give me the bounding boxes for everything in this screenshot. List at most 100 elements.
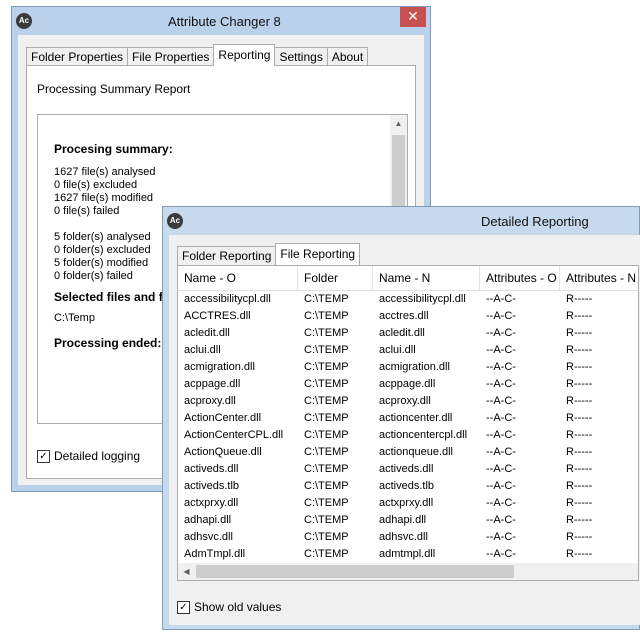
table-cell-folder: C:\TEMP bbox=[304, 344, 349, 356]
column-header-attributes-n[interactable]: Attributes - N bbox=[560, 266, 638, 290]
table-cell-name-o: acmigration.dll bbox=[184, 361, 255, 373]
table-cell-attributes-o: --A-C- bbox=[486, 310, 516, 322]
table-cell-folder: C:\TEMP bbox=[304, 412, 349, 424]
table-cell-folder: C:\TEMP bbox=[304, 497, 349, 509]
table-cell-attributes-o: --A-C- bbox=[486, 293, 516, 305]
table-cell-folder: C:\TEMP bbox=[304, 429, 349, 441]
checkmark-icon: ✓ bbox=[179, 602, 188, 613]
table-cell-name-o: acppage.dll bbox=[184, 378, 241, 390]
table-cell-folder: C:\TEMP bbox=[304, 446, 349, 458]
tab-file-reporting[interactable]: File Reporting bbox=[275, 243, 361, 265]
table-cell-folder: C:\TEMP bbox=[304, 463, 349, 475]
main-window-title: Attribute Changer 8 bbox=[168, 14, 281, 29]
horizontal-scroll-thumb[interactable] bbox=[196, 565, 514, 578]
table-cell-folder: C:\TEMP bbox=[304, 514, 349, 526]
table-cell-attributes-n: R----- bbox=[566, 548, 593, 560]
table-row[interactable]: acproxy.dll C:\TEMP acproxy.dll --A-C- R----… bbox=[178, 393, 638, 410]
table-row[interactable]: acppage.dll C:\TEMP acppage.dll --A-C- R----… bbox=[178, 376, 638, 393]
tab-reporting[interactable]: Reporting bbox=[213, 44, 276, 66]
table-cell-folder: C:\TEMP bbox=[304, 531, 349, 543]
table-cell-name-o: accessibilitycpl.dll bbox=[184, 293, 271, 305]
report-line: 0 folder(s) failed bbox=[54, 270, 133, 282]
tab-settings[interactable]: Settings bbox=[274, 47, 328, 66]
table-cell-attributes-o: --A-C- bbox=[486, 480, 516, 492]
table-cell-name-o: ActionCenterCPL.dll bbox=[184, 429, 284, 441]
table-row[interactable]: activeds.dll C:\TEMP activeds.dll --A-C- R--… bbox=[178, 461, 638, 478]
table-cell-name-o: activeds.dll bbox=[184, 463, 239, 475]
table-cell-name-o: adhsvc.dll bbox=[184, 531, 233, 543]
table-cell-name-n: acctres.dll bbox=[379, 310, 429, 322]
scroll-up-icon[interactable]: ▲ bbox=[390, 115, 407, 132]
table-cell-attributes-n: R----- bbox=[566, 378, 593, 390]
table-row[interactable]: ACCTRES.dll C:\TEMP acctres.dll --A-C- R----… bbox=[178, 308, 638, 325]
table-row[interactable]: ActionCenter.dll C:\TEMP actioncenter.dll -… bbox=[178, 410, 638, 427]
table-cell-name-o: ActionCenter.dll bbox=[184, 412, 262, 424]
file-report-grid[interactable]: Name - O Folder Name - N Attributes - O Attr… bbox=[177, 265, 639, 581]
table-cell-name-o: AdmTmpl.dll bbox=[184, 548, 246, 560]
table-cell-name-n: acppage.dll bbox=[379, 378, 436, 390]
table-row[interactable]: acledit.dll C:\TEMP acledit.dll --A-C- R----… bbox=[178, 325, 638, 342]
table-row[interactable]: ActionQueue.dll C:\TEMP actionqueue.dll --A… bbox=[178, 444, 638, 461]
table-cell-name-n: activeds.dll bbox=[379, 463, 434, 475]
table-row[interactable]: actxprxy.dll C:\TEMP actxprxy.dll --A-C- R--… bbox=[178, 495, 638, 512]
table-row[interactable]: aclui.dll C:\TEMP aclui.dll --A-C- R----- bbox=[178, 342, 638, 359]
table-cell-attributes-n: R----- bbox=[566, 327, 593, 339]
show-old-values-label[interactable]: Show old values bbox=[194, 600, 281, 614]
table-cell-attributes-o: --A-C- bbox=[486, 463, 516, 475]
report-line: 5 folder(s) analysed bbox=[54, 231, 151, 243]
table-row[interactable]: ActionCenterCPL.dll C:\TEMP actioncentercp… bbox=[178, 427, 638, 444]
tab-folder-reporting[interactable]: Folder Reporting bbox=[177, 246, 277, 265]
report-line: C:\Temp bbox=[54, 312, 95, 324]
column-header-attributes-o[interactable]: Attributes - O bbox=[480, 266, 560, 290]
scroll-left-icon[interactable]: ◀ bbox=[178, 563, 195, 580]
table-row[interactable]: activeds.tlb C:\TEMP activeds.tlb --A-C- R--… bbox=[178, 478, 638, 495]
table-cell-attributes-o: --A-C- bbox=[486, 514, 516, 526]
table-cell-attributes-o: --A-C- bbox=[486, 361, 516, 373]
table-cell-name-n: activeds.tlb bbox=[379, 480, 435, 492]
table-cell-attributes-n: R----- bbox=[566, 412, 593, 424]
table-row[interactable]: accessibilitycpl.dll C:\TEMP accessibility… bbox=[178, 291, 638, 308]
report-line: 0 folder(s) excluded bbox=[54, 244, 151, 256]
table-cell-attributes-n: R----- bbox=[566, 293, 593, 305]
tab-file-properties[interactable]: File Properties bbox=[127, 47, 215, 66]
report-heading: Processing Summary Report bbox=[37, 82, 191, 96]
grid-header: Name - O Folder Name - N Attributes - O Attr… bbox=[178, 266, 638, 291]
grid-body: accessibilitycpl.dll C:\TEMP accessibility… bbox=[178, 290, 638, 562]
table-cell-name-n: actioncentercpl.dll bbox=[379, 429, 468, 441]
tab-about[interactable]: About bbox=[326, 47, 369, 66]
close-button[interactable]: ✕ bbox=[400, 7, 426, 27]
table-cell-name-n: adhsvc.dll bbox=[379, 531, 428, 543]
table-cell-name-o: activeds.tlb bbox=[184, 480, 240, 492]
table-cell-folder: C:\TEMP bbox=[304, 361, 349, 373]
table-row[interactable]: acmigration.dll C:\TEMP acmigration.dll --A… bbox=[178, 359, 638, 376]
show-old-values-checkbox[interactable]: ✓ bbox=[177, 601, 190, 614]
table-cell-attributes-o: --A-C- bbox=[486, 344, 516, 356]
detail-titlebar[interactable]: Ac Detailed Reporting bbox=[163, 207, 639, 235]
table-cell-name-n: acmigration.dll bbox=[379, 361, 450, 373]
table-cell-attributes-n: R----- bbox=[566, 361, 593, 373]
report-line: 0 file(s) failed bbox=[54, 205, 120, 217]
table-cell-name-n: aclui.dll bbox=[379, 344, 416, 356]
detail-tab-strip: Folder Reporting File Reporting bbox=[177, 243, 361, 265]
column-header-name-n[interactable]: Name - N bbox=[373, 266, 480, 290]
table-cell-attributes-o: --A-C- bbox=[486, 531, 516, 543]
detailed-logging-checkbox[interactable]: ✓ bbox=[37, 450, 50, 463]
table-cell-attributes-n: R----- bbox=[566, 395, 593, 407]
column-header-name-o[interactable]: Name - O bbox=[178, 266, 298, 290]
main-tab-strip: Folder Properties File Properties Reportin… bbox=[26, 44, 369, 66]
checkmark-icon: ✓ bbox=[39, 451, 48, 462]
main-titlebar[interactable]: Ac Attribute Changer 8 ✕ bbox=[12, 7, 430, 35]
table-row[interactable]: adhsvc.dll C:\TEMP adhsvc.dll --A-C- R----- bbox=[178, 529, 638, 546]
table-row[interactable]: AdmTmpl.dll C:\TEMP admtmpl.dll --A-C- R----… bbox=[178, 546, 638, 562]
table-cell-name-o: ACCTRES.dll bbox=[184, 310, 251, 322]
table-row[interactable]: adhapi.dll C:\TEMP adhapi.dll --A-C- R----- bbox=[178, 512, 638, 529]
table-cell-attributes-o: --A-C- bbox=[486, 446, 516, 458]
table-cell-folder: C:\TEMP bbox=[304, 548, 349, 560]
table-cell-attributes-n: R----- bbox=[566, 310, 593, 322]
table-cell-name-o: actxprxy.dll bbox=[184, 497, 239, 509]
table-cell-name-o: ActionQueue.dll bbox=[184, 446, 262, 458]
grid-horizontal-scrollbar[interactable]: ◀ bbox=[178, 563, 638, 580]
column-header-folder[interactable]: Folder bbox=[298, 266, 373, 290]
tab-folder-properties[interactable]: Folder Properties bbox=[26, 47, 129, 66]
detailed-logging-label[interactable]: Detailed logging bbox=[54, 449, 140, 463]
